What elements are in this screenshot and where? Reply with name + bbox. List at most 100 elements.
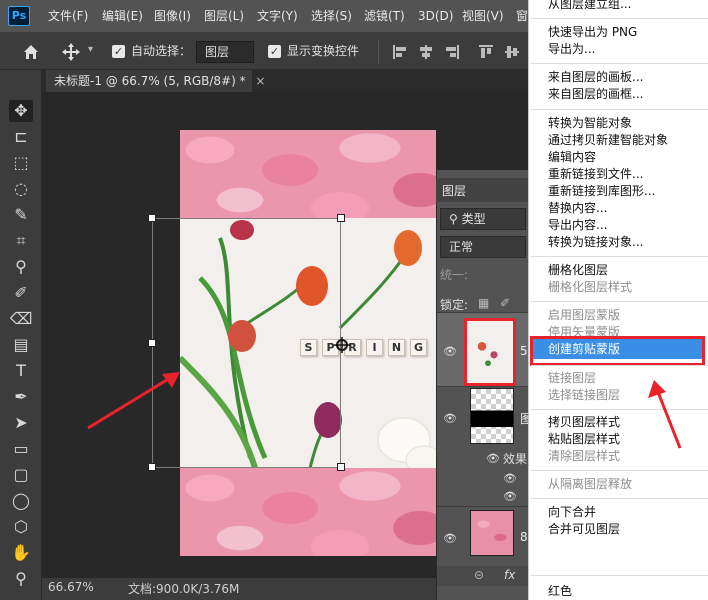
menu-select[interactable]: 选择(S) [311, 0, 352, 32]
align-right-icon[interactable] [444, 44, 460, 63]
transform-handle[interactable] [148, 214, 156, 222]
menu-separator [531, 365, 708, 366]
quick-select-tool-icon[interactable]: ✎ [9, 204, 33, 226]
align-center-icon[interactable] [418, 44, 434, 63]
menu-item[interactable]: 来自图层的画板... [548, 69, 643, 86]
menu-item[interactable]: 重新链接到库图形... [548, 183, 655, 200]
menu-item[interactable]: 红色 [548, 583, 572, 600]
pen-tool-icon[interactable]: ✒ [9, 386, 33, 408]
layer-filter-dropdown[interactable]: ⚲ 类型 [440, 208, 526, 230]
blend-mode-dropdown[interactable]: 正常 [440, 236, 526, 258]
menu-item-disabled: 从隔离图层释放 [548, 477, 633, 491]
menu-item[interactable]: 粘贴图层样式 [548, 431, 620, 448]
document-size: 文档:900.0K/3.76M [128, 582, 240, 596]
show-transform-checkbox[interactable]: ✓ [268, 45, 281, 58]
layers-panel-title[interactable]: 图层 [442, 182, 466, 199]
menu-layer[interactable]: 图层(L) [204, 0, 244, 32]
menu-item[interactable]: 通过拷贝新建智能对象 [548, 132, 668, 149]
menu-item[interactable]: 转换为智能对象 [548, 115, 632, 132]
align-left-icon[interactable] [392, 44, 408, 63]
move-icon[interactable] [60, 41, 82, 63]
layer-name[interactable]: 8 [520, 530, 528, 544]
auto-select-checkbox[interactable]: ✓ [112, 45, 125, 58]
letter-tile: N [388, 339, 405, 356]
menu-item[interactable]: 导出内容... [548, 217, 607, 234]
menu-item[interactable]: 重新链接到文件... [548, 166, 643, 183]
menu-image[interactable]: 图像(I) [154, 0, 191, 32]
custom-shape-tool-icon[interactable]: ⬡ [9, 516, 33, 538]
transform-handle[interactable] [337, 463, 345, 471]
menu-window[interactable]: 窗 [516, 0, 528, 32]
chevron-down-icon[interactable]: ▾ [88, 44, 93, 55]
menu-3d[interactable]: 3D(D) [418, 0, 453, 32]
zoom-tool-icon[interactable]: ⚲ [9, 568, 33, 590]
menu-item[interactable]: 拷贝图层样式 [548, 414, 620, 431]
eraser-tool-icon[interactable]: ⌫ [9, 308, 33, 330]
menu-item[interactable]: 转换为链接对象... [548, 234, 643, 251]
visibility-eye-icon[interactable]: 👁 [503, 472, 517, 485]
layer-thumbnail[interactable] [470, 388, 514, 444]
move-tool-icon[interactable]: ✥ [9, 100, 33, 122]
lock-pixels-icon[interactable]: ▦ [478, 296, 489, 310]
visibility-eye-icon[interactable]: 👁 [503, 490, 517, 503]
rounded-rect-tool-icon[interactable]: ▢ [9, 464, 33, 486]
lock-paint-icon[interactable]: ✐ [500, 296, 510, 310]
ellipse-tool-icon[interactable]: ◯ [9, 490, 33, 512]
menu-edit[interactable]: 编辑(E) [102, 0, 143, 32]
petal-background-bottom [180, 468, 436, 556]
menu-type[interactable]: 文字(Y) [257, 0, 298, 32]
transform-handle[interactable] [337, 214, 345, 222]
hand-tool-icon[interactable]: ✋ [9, 542, 33, 564]
visibility-eye-icon[interactable]: 👁 [443, 345, 457, 358]
menu-item[interactable]: 来自图层的画框... [548, 86, 643, 103]
transform-handle[interactable] [148, 463, 156, 471]
transform-handle[interactable] [148, 339, 156, 347]
menu-view[interactable]: 视图(V) [462, 0, 504, 32]
menu-item[interactable]: 快速导出为 PNG [548, 24, 637, 41]
menu-item[interactable]: 栅格化图层 [548, 262, 608, 279]
menu-file[interactable]: 文件(F) [48, 0, 88, 32]
type-tool-icon[interactable]: T [9, 360, 33, 382]
artboard-tool-icon[interactable]: ⊏ [9, 126, 33, 148]
document-tab-title: 未标题-1 @ 66.7% (5, RGB/8#) * [54, 74, 246, 88]
menu-filter[interactable]: 滤镜(T) [364, 0, 405, 32]
search-icon: ⚲ [449, 212, 462, 226]
visibility-eye-icon[interactable]: 👁 [486, 452, 500, 465]
layer-name[interactable]: 5 [520, 344, 528, 358]
layer-thumbnail[interactable] [470, 510, 514, 556]
layer-thumbnail[interactable] [464, 318, 516, 386]
eyedropper-tool-icon[interactable]: ⚲ [9, 256, 33, 278]
fx-button[interactable]: fx [504, 568, 515, 582]
path-select-tool-icon[interactable]: ➤ [9, 412, 33, 434]
visibility-eye-icon[interactable]: 👁 [443, 532, 457, 545]
visibility-eye-icon[interactable]: 👁 [443, 412, 457, 425]
link-layers-icon[interactable]: ⊝ [474, 568, 484, 582]
show-transform-label: 显示变换控件 [287, 44, 360, 58]
petal-background-top [180, 130, 436, 218]
layer-filter-value: 类型 [461, 212, 486, 226]
menu-item[interactable]: 从图层建立组... [548, 0, 631, 13]
gradient-tool-icon[interactable]: ▤ [9, 334, 33, 356]
menu-separator [531, 498, 708, 499]
document-tab[interactable]: 未标题-1 @ 66.7% (5, RGB/8#) * × [46, 70, 265, 92]
zoom-level[interactable]: 66.67% [48, 580, 94, 594]
photoshop-logo: Ps [8, 6, 30, 26]
brush-tool-icon[interactable]: ✐ [9, 282, 33, 304]
close-tab-icon[interactable]: × [255, 74, 265, 88]
menu-item[interactable]: 导出为... [548, 41, 595, 58]
crop-tool-icon[interactable]: ⌗ [9, 230, 33, 252]
menu-item[interactable]: 编辑内容 [548, 149, 596, 166]
annotation-arrow [646, 378, 686, 453]
unify-label: 统一: [440, 268, 469, 282]
menu-item[interactable]: 合并可见图层 [548, 521, 620, 538]
menu-item[interactable]: 替换内容... [548, 200, 607, 217]
auto-select-target-dropdown[interactable]: 图层 [196, 41, 254, 63]
rectangle-tool-icon[interactable]: ▭ [9, 438, 33, 460]
lasso-tool-icon[interactable]: ◌ [9, 178, 33, 200]
home-icon[interactable] [20, 41, 42, 63]
align-middle-icon[interactable] [504, 44, 520, 63]
marquee-tool-icon[interactable]: ⬚ [9, 152, 33, 174]
menu-item-disabled: 清除图层样式 [548, 449, 621, 463]
menu-item[interactable]: 向下合并 [548, 504, 596, 521]
align-top-icon[interactable] [478, 44, 494, 63]
